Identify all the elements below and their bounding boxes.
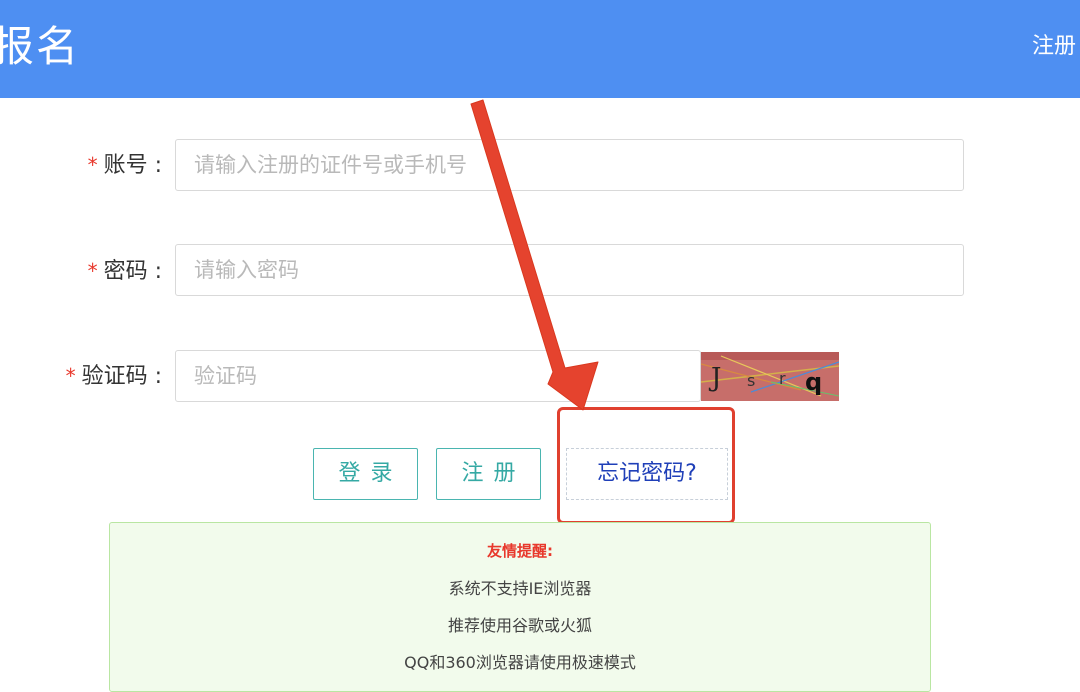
required-marker: * (87, 259, 98, 283)
account-input[interactable] (175, 139, 964, 191)
svg-text:J: J (708, 363, 721, 393)
svg-text:r: r (779, 369, 786, 388)
notice-line: 系统不支持IE浏览器 (448, 579, 592, 598)
captcha-label-text: 验证码 : (81, 364, 162, 389)
notice-title: 友情提醒: (487, 542, 553, 560)
account-label-text: 账号 : (103, 153, 162, 178)
captcha-label: * 验证码 : (0, 361, 162, 392)
notice-line: 推荐使用谷歌或火狐 (447, 616, 592, 635)
register-nav-link[interactable]: 注册 (1032, 30, 1076, 64)
captcha-graphic: J s r q (701, 352, 839, 401)
required-marker: * (65, 364, 76, 388)
svg-text:q: q (805, 368, 822, 396)
notice-line: QQ和360浏览器请使用极速模式 (404, 653, 636, 672)
login-button[interactable]: 登录 (313, 448, 418, 500)
captcha-input[interactable] (175, 350, 701, 402)
svg-text:s: s (747, 371, 755, 390)
page-title: 报名 (0, 22, 81, 71)
notice-panel: 友情提醒: 系统不支持IE浏览器 推荐使用谷歌或火狐 QQ和360浏览器请使用极… (109, 522, 931, 692)
annotation-highlight-box (557, 407, 735, 524)
required-marker: * (87, 153, 98, 177)
captcha-image[interactable]: J s r q (701, 352, 839, 401)
page-header: 报名 注册 (0, 0, 1080, 98)
password-label: * 密码 : (0, 256, 162, 287)
password-label-text: 密码 : (103, 259, 162, 284)
register-button[interactable]: 注册 (436, 448, 541, 500)
password-input[interactable] (175, 244, 964, 296)
account-label: * 账号 : (0, 150, 162, 181)
